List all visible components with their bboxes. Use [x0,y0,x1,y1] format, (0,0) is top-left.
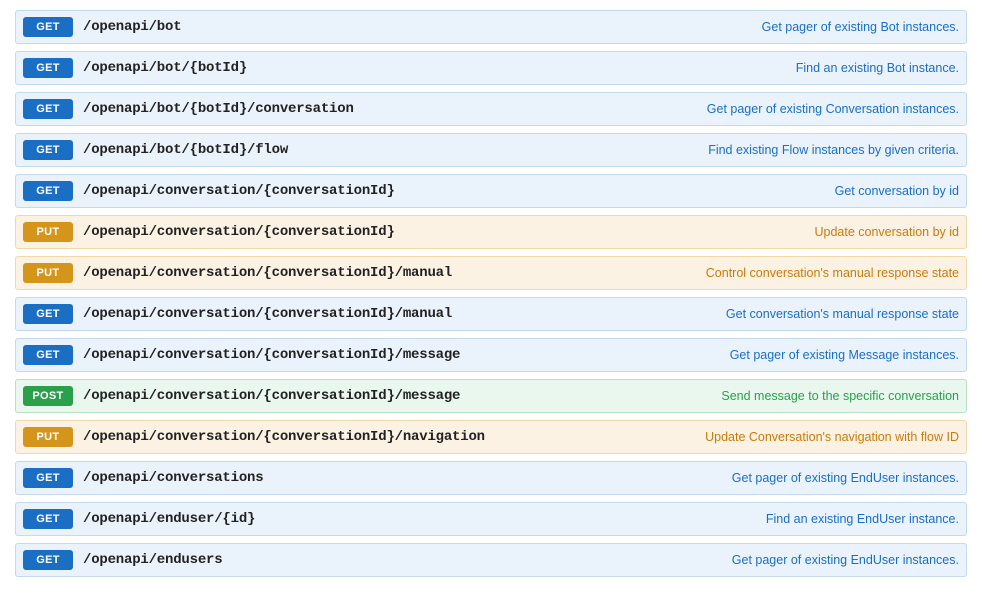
method-badge: GET [23,58,73,78]
endpoint-description: Get pager of existing EndUser instances. [732,553,959,567]
endpoint-description: Find an existing Bot instance. [796,61,959,75]
endpoint-description: Get pager of existing Message instances. [730,348,959,362]
method-badge: POST [23,386,73,406]
method-badge: GET [23,304,73,324]
endpoint-description: Find an existing EndUser instance. [766,512,959,526]
endpoint-row[interactable]: GET/openapi/enduser/{id} Find an existing… [15,502,967,536]
endpoint-row[interactable]: GET/openapi/bot Get pager of existing Bot… [15,10,967,44]
method-badge: GET [23,17,73,37]
method-badge: GET [23,509,73,529]
endpoint-row[interactable]: POST/openapi/conversation/{conversationI… [15,379,967,413]
endpoint-path: /openapi/bot/{botId}/conversation [83,101,354,117]
endpoint-description: Send message to the specific conversatio… [721,389,959,403]
method-badge: GET [23,99,73,119]
endpoint-description: Update conversation by id [814,225,959,239]
endpoint-path: /openapi/conversation/{conversationId} [83,224,395,240]
endpoint-description: Get conversation's manual response state [726,307,959,321]
endpoint-row[interactable]: PUT/openapi/conversation/{conversationId… [15,420,967,454]
endpoint-path: /openapi/conversation/{conversationId}/m… [83,347,460,363]
endpoint-description: Get pager of existing Conversation insta… [707,102,959,116]
endpoint-row[interactable]: PUT/openapi/conversation/{conversationId… [15,256,967,290]
endpoint-row[interactable]: GET/openapi/conversations Get pager of ex… [15,461,967,495]
endpoint-path: /openapi/bot/{botId}/flow [83,142,288,158]
endpoint-row[interactable]: GET/openapi/endusersGet pager of existin… [15,543,967,577]
endpoint-list: GET/openapi/bot Get pager of existing Bot… [15,10,967,577]
method-badge: PUT [23,222,73,242]
endpoint-row[interactable]: GET/openapi/bot/{botId}/flow Find existin… [15,133,967,167]
endpoint-path: /openapi/conversation/{conversationId}/m… [83,265,452,281]
method-badge: GET [23,550,73,570]
endpoint-path: /openapi/conversations [83,470,263,486]
endpoint-description: Get pager of existing EndUser instances. [732,471,959,485]
endpoint-path: /openapi/conversation/{conversationId}/n… [83,429,485,445]
endpoint-row[interactable]: GET/openapi/conversation/{conversationId… [15,338,967,372]
endpoint-row[interactable]: GET/openapi/bot/{botId} Find an existing … [15,51,967,85]
endpoint-path: /openapi/conversation/{conversationId} [83,183,395,199]
endpoint-path: /openapi/conversation/{conversationId}/m… [83,306,452,322]
endpoint-row[interactable]: GET/openapi/conversation/{conversationId… [15,174,967,208]
endpoint-row[interactable]: PUT/openapi/conversation/{conversationId… [15,215,967,249]
method-badge: GET [23,345,73,365]
endpoint-path: /openapi/conversation/{conversationId}/m… [83,388,460,404]
endpoint-description: Control conversation's manual response s… [706,266,959,280]
endpoint-description: Get conversation by id [835,184,959,198]
method-badge: GET [23,181,73,201]
endpoint-description: Get pager of existing Bot instances. [762,20,959,34]
endpoint-path: /openapi/bot/{botId} [83,60,247,76]
method-badge: PUT [23,427,73,447]
method-badge: GET [23,468,73,488]
endpoint-description: Find existing Flow instances by given cr… [708,143,959,157]
endpoint-row[interactable]: GET/openapi/conversation/{conversationId… [15,297,967,331]
endpoint-path: /openapi/enduser/{id} [83,511,255,527]
method-badge: PUT [23,263,73,283]
endpoint-path: /openapi/bot [83,19,181,35]
method-badge: GET [23,140,73,160]
endpoint-row[interactable]: GET/openapi/bot/{botId}/conversation Get … [15,92,967,126]
endpoint-description: Update Conversation's navigation with fl… [705,430,959,444]
